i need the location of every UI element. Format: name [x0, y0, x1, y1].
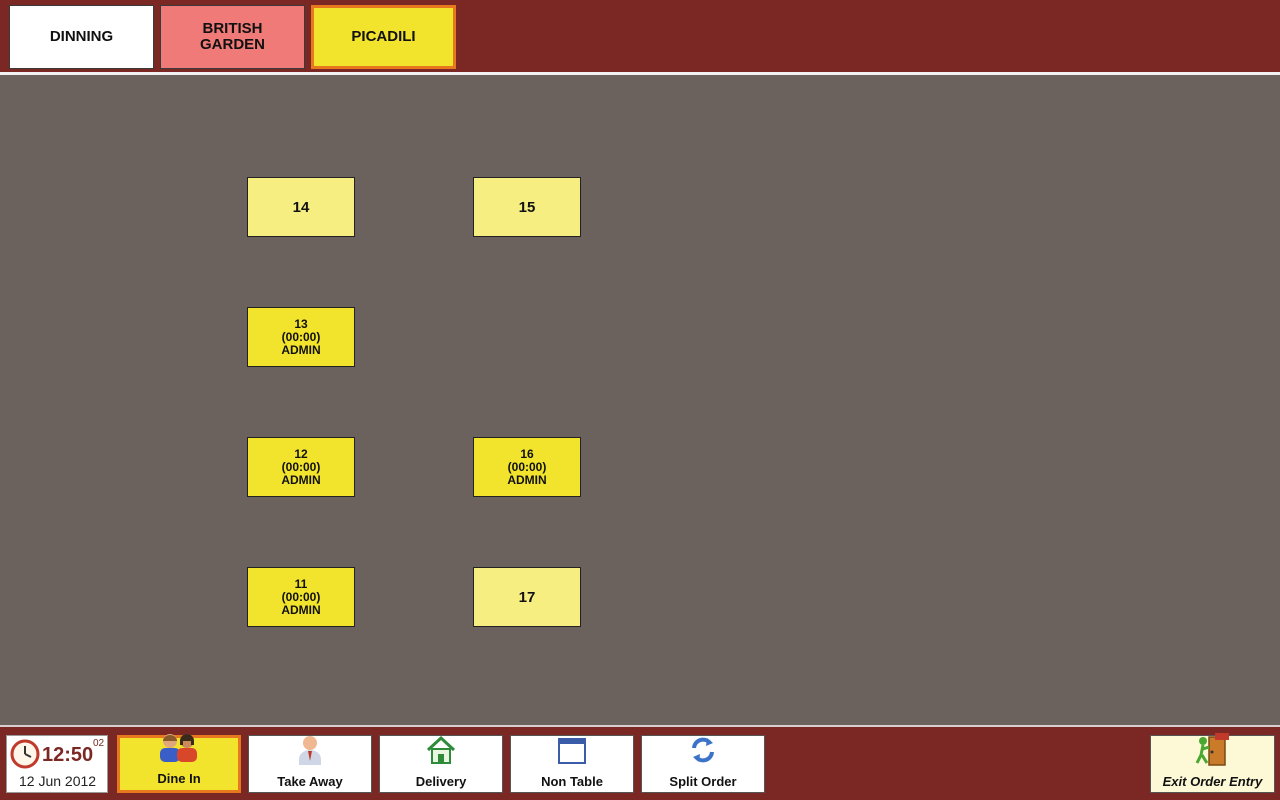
split-order-button[interactable]: Split Order	[641, 735, 765, 793]
take-away-button[interactable]: Take Away	[248, 735, 372, 793]
table-number: 14	[292, 198, 310, 216]
exit-order-entry-label: Exit Order Entry	[1162, 774, 1263, 789]
person-icon	[295, 735, 325, 770]
floor-plan	[0, 75, 1280, 725]
table-user: ADMIN	[281, 342, 321, 357]
table-number: 12	[294, 446, 308, 461]
exit-order-entry-button[interactable]: Exit Order Entry	[1150, 733, 1275, 793]
dine-in-button[interactable]: Dine In	[117, 732, 241, 793]
table-user: ADMIN	[507, 472, 547, 487]
delivery-button[interactable]: Delivery	[379, 735, 503, 793]
table-15[interactable]: 15	[473, 177, 581, 237]
table-11[interactable]: 11 (00:00) ADMIN	[247, 567, 355, 627]
table-time: (00:00)	[281, 329, 321, 344]
refresh-arrows-icon	[688, 735, 718, 770]
table-12[interactable]: 12 (00:00) ADMIN	[247, 437, 355, 497]
clock-time: 12:50	[42, 744, 94, 766]
table-13[interactable]: 13 (00:00) ADMIN	[247, 307, 355, 367]
clock-widget: 12:50 02 12 Jun 2012	[6, 735, 108, 793]
split-order-label: Split Order	[669, 774, 737, 789]
area-tab-picadili[interactable]: PICADILI	[311, 5, 456, 69]
table-number: 17	[518, 588, 536, 606]
clock-seconds: 02	[93, 738, 105, 749]
area-tab-british-garden[interactable]: BRITISH GARDEN	[160, 5, 305, 69]
take-away-label: Take Away	[277, 774, 343, 789]
table-time: (00:00)	[507, 459, 547, 474]
window-icon	[557, 737, 587, 770]
table-16[interactable]: 16 (00:00) ADMIN	[473, 437, 581, 497]
table-14[interactable]: 14	[247, 177, 355, 237]
table-number: 16	[520, 446, 534, 461]
non-table-button[interactable]: Non Table	[510, 735, 634, 793]
dine-in-people-icon	[155, 732, 203, 767]
clock-icon	[10, 739, 40, 774]
table-user: ADMIN	[281, 472, 321, 487]
table-number: 15	[518, 198, 536, 216]
home-icon	[426, 735, 456, 770]
table-user: ADMIN	[281, 602, 321, 617]
delivery-label: Delivery	[415, 774, 467, 789]
area-tab-dinning[interactable]: DINNING	[9, 5, 154, 69]
table-time: (00:00)	[281, 589, 321, 604]
table-number: 11	[294, 576, 308, 591]
table-number: 13	[294, 316, 308, 331]
clock-date: 12 Jun 2012	[19, 773, 97, 789]
dine-in-label: Dine In	[157, 771, 201, 786]
table-17[interactable]: 17	[473, 567, 581, 627]
table-time: (00:00)	[281, 459, 321, 474]
exit-door-icon	[1195, 733, 1231, 772]
non-table-label: Non Table	[541, 774, 603, 789]
